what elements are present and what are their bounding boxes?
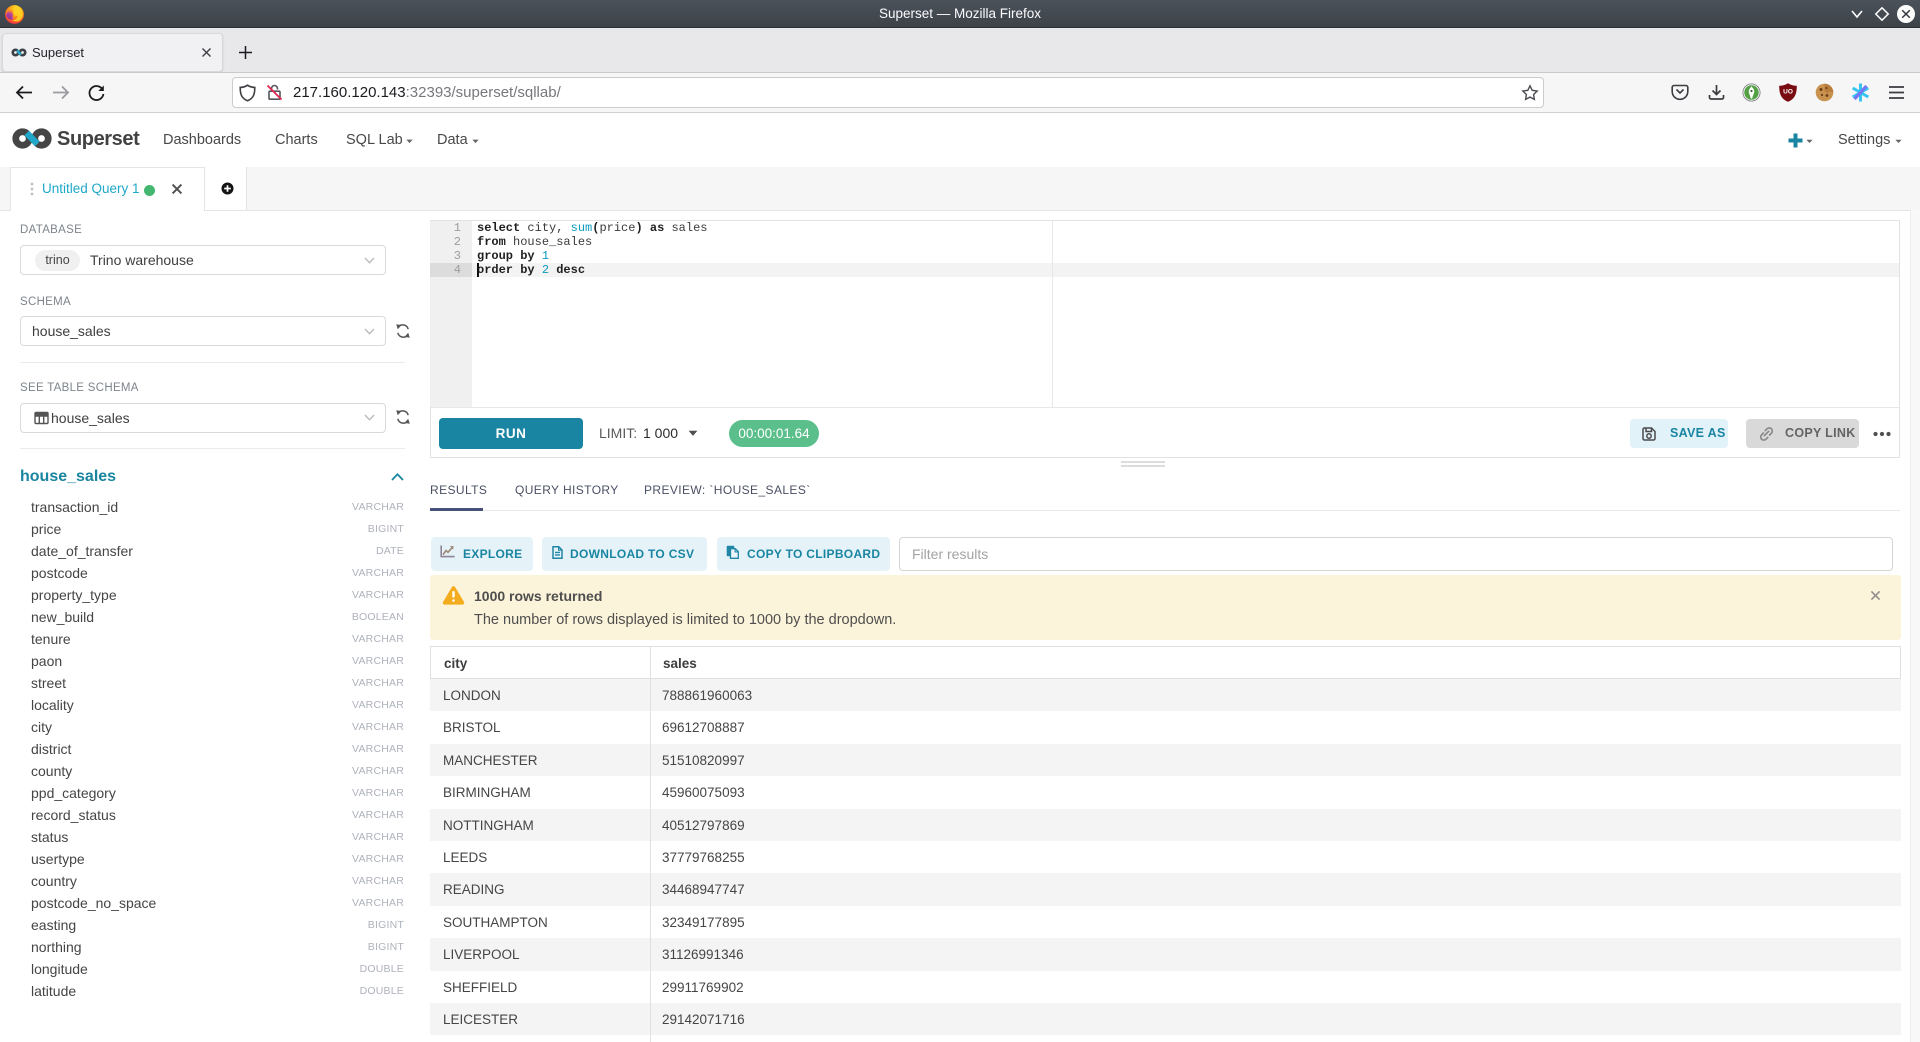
svg-text:UO: UO — [1783, 89, 1793, 96]
